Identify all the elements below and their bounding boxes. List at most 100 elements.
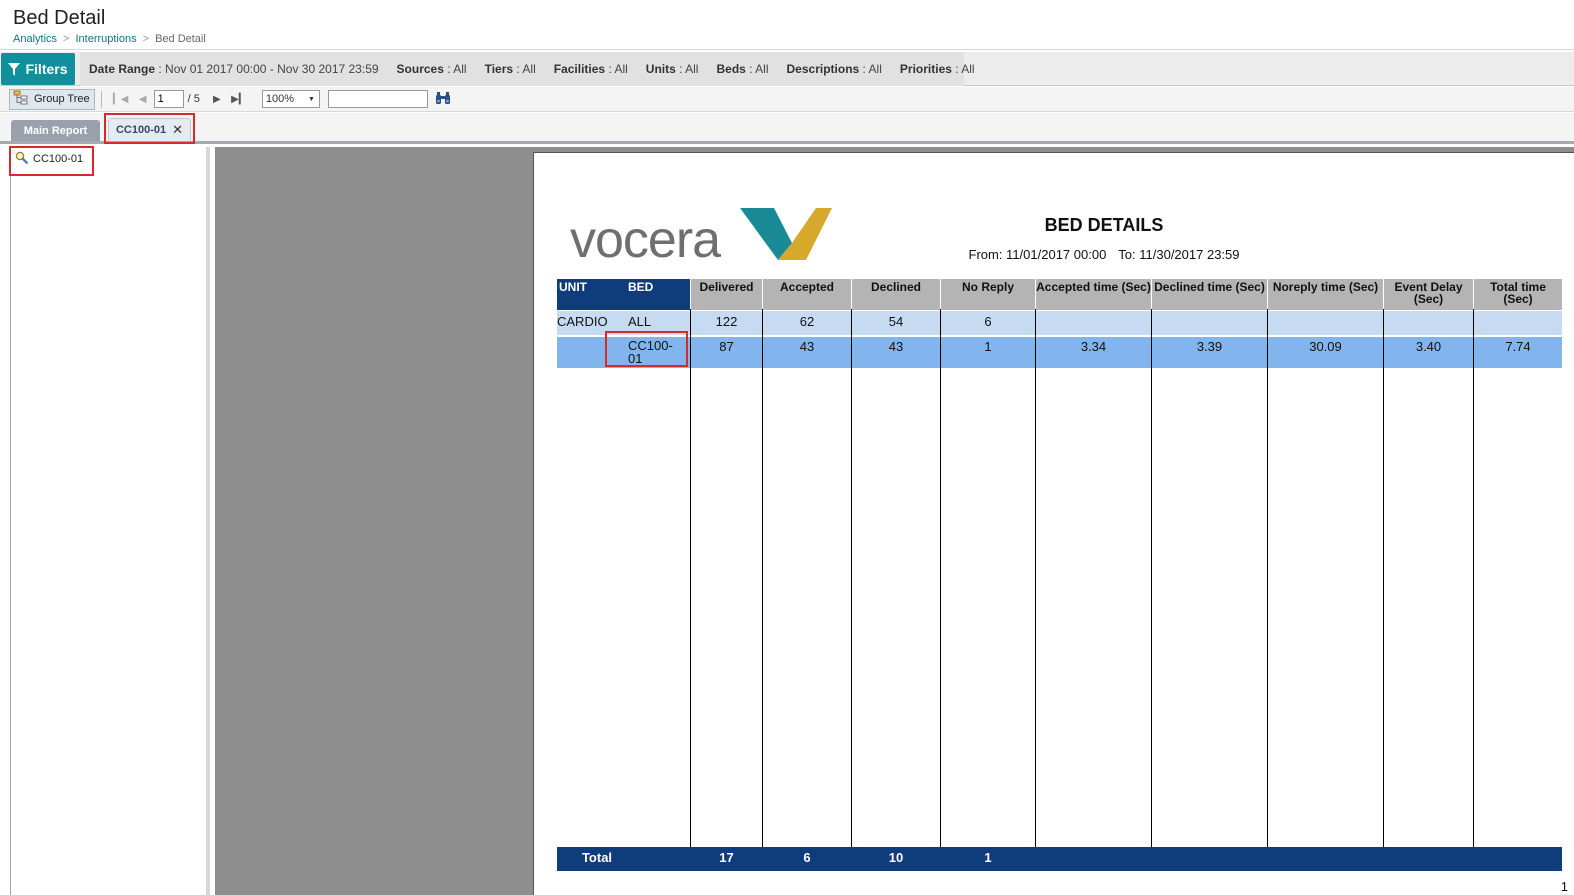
table-cell: 1 xyxy=(984,339,992,354)
page-number-input[interactable] xyxy=(153,90,184,108)
report-date-range: From: 11/01/2017 00:00 To: 11/30/2017 23:… xyxy=(934,247,1274,262)
previous-page-icon: ◀ xyxy=(138,93,147,105)
column-header-declined-time: Declined time (Sec) xyxy=(1152,279,1267,310)
filter-facilities: Facilities : All xyxy=(553,62,628,76)
group-tree-icon xyxy=(13,90,29,109)
table-row-selected[interactable]: CC100-01 87 43 43 1 3.34 3.39 30.09 3.40… xyxy=(557,337,1562,368)
column-header-accepted-time: Accepted time (Sec) xyxy=(1036,279,1151,310)
next-page-icon: ▶ xyxy=(213,93,221,105)
table-cell: ALL xyxy=(628,314,652,329)
page-total: / 5 xyxy=(187,93,200,105)
tree-node-cc100-01[interactable]: CC100-01 xyxy=(15,151,83,167)
breadcrumb-analytics-link[interactable]: Analytics xyxy=(13,33,57,45)
table-cell: 43 xyxy=(888,339,904,354)
column-header-total-time: Total time (Sec) xyxy=(1474,279,1562,310)
first-page-icon: ▎◀ xyxy=(112,93,129,105)
table-row[interactable]: CARDIO ALL 122 62 54 6 xyxy=(557,311,1562,335)
page-title: Bed Detail xyxy=(13,7,106,29)
filter-sources: Sources : All xyxy=(396,62,467,76)
group-tree-label: Group Tree xyxy=(34,93,90,105)
column-header-no-reply: No Reply xyxy=(941,279,1035,310)
report-to: To: 11/30/2017 23:59 xyxy=(1118,247,1240,262)
filter-icon xyxy=(8,62,21,76)
breadcrumb-interruptions-link[interactable]: Interruptions xyxy=(75,33,136,45)
bed-details-table: UNIT BED Delivered Accepted Declined No … xyxy=(557,279,1562,871)
column-header-delivered: Delivered xyxy=(691,279,762,310)
column-header-bed: BED xyxy=(626,279,690,310)
close-icon[interactable]: ✕ xyxy=(172,122,183,138)
column-rule xyxy=(1383,309,1384,847)
zoom-value: 100% xyxy=(265,93,295,105)
filter-date-range: Date Range : Nov 01 2017 00:00 - Nov 30 … xyxy=(89,62,379,76)
filter-bar: Filters Date Range : Nov 01 2017 00:00 -… xyxy=(0,52,1574,86)
group-tree-toggle-button[interactable]: Group Tree xyxy=(9,88,95,110)
column-header-unit: UNIT xyxy=(557,279,626,310)
group-tree-panel: CC100-01 xyxy=(10,147,210,895)
vocera-logo: vocera xyxy=(570,205,832,269)
filter-descriptions: Descriptions : All xyxy=(786,62,882,76)
last-page-icon: ▶▎ xyxy=(231,93,247,105)
logo-wordmark: vocera xyxy=(570,211,721,267)
table-cell: 30.09 xyxy=(1309,339,1342,354)
tab-main-report[interactable]: Main Report xyxy=(11,120,100,141)
report-page: vocera BED DETAILS From: 11/01/2017 00:0… xyxy=(533,152,1574,895)
first-page-button[interactable]: ▎◀ xyxy=(110,89,132,109)
column-rule xyxy=(1151,309,1152,847)
table-cell: 6 xyxy=(984,314,992,329)
toolbar-divider xyxy=(100,90,102,108)
tree-node-label: CC100-01 xyxy=(33,153,84,165)
magnifier-icon xyxy=(15,151,28,167)
column-header-event-delay: Event Delay (Sec) xyxy=(1384,279,1473,310)
breadcrumb-separator: > xyxy=(63,33,70,45)
total-row: Total 17 6 10 1 xyxy=(557,847,1562,871)
report-viewer-toolbar: Group Tree ▎◀ ◀ / 5 ▶ ▶▎ 100% ▼ xyxy=(0,87,1574,112)
breadcrumb-current: Bed Detail xyxy=(155,33,206,45)
tab-label: CC100-01 xyxy=(115,124,167,136)
chevron-down-icon: ▼ xyxy=(307,96,315,103)
page-header: Bed Detail Analytics > Interruptions > Bed D… xyxy=(0,0,1574,50)
filters-button[interactable]: Filters xyxy=(1,53,75,85)
table-cell: 7.74 xyxy=(1505,339,1531,354)
filter-beds: Beds : All xyxy=(716,62,769,76)
binoculars-icon xyxy=(435,91,451,108)
total-label: Total xyxy=(581,850,613,865)
total-accepted: 6 xyxy=(803,850,811,865)
column-rule xyxy=(1035,309,1036,847)
column-rule xyxy=(1473,309,1474,847)
total-declined: 10 xyxy=(888,850,904,865)
report-title: BED DETAILS xyxy=(1044,215,1164,235)
find-button[interactable] xyxy=(434,90,452,108)
table-cell: 62 xyxy=(799,314,815,329)
next-page-button[interactable]: ▶ xyxy=(206,89,228,109)
filter-tiers: Tiers : All xyxy=(484,62,536,76)
table-cell: 87 xyxy=(719,339,734,354)
zoom-select[interactable]: 100% ▼ xyxy=(261,90,320,108)
column-rule xyxy=(1267,309,1268,847)
filter-units: Units : All xyxy=(645,62,699,76)
table-cell[interactable]: CC100-01 xyxy=(628,339,678,365)
previous-page-button[interactable]: ◀ xyxy=(132,89,154,109)
report-from: From: 11/01/2017 00:00 xyxy=(968,247,1107,262)
breadcrumb-separator: > xyxy=(142,33,150,45)
filter-summary[interactable]: Date Range : Nov 01 2017 00:00 - Nov 30 … xyxy=(80,52,975,86)
filters-button-label: Filters xyxy=(25,61,68,77)
table-cell: 122 xyxy=(715,314,738,329)
tab-cc100-01[interactable]: CC100-01 ✕ xyxy=(108,118,191,141)
report-tab-strip: Main Report CC100-01 ✕ xyxy=(0,113,1574,144)
total-delivered: 17 xyxy=(719,850,734,865)
table-cell: 43 xyxy=(799,339,815,354)
report-page-number: 1 xyxy=(1560,879,1568,894)
column-header-declined: Declined xyxy=(852,279,940,310)
tab-label: Main Report xyxy=(23,124,88,137)
table-cell: 3.40 xyxy=(1415,339,1442,354)
breadcrumb: Analytics > Interruptions > Bed Detail xyxy=(13,33,206,45)
table-cell: 54 xyxy=(888,314,904,329)
column-rule xyxy=(940,309,941,847)
search-text-input[interactable] xyxy=(327,90,428,108)
last-page-button[interactable]: ▶▎ xyxy=(228,89,250,109)
filter-priorities: Priorities : All xyxy=(899,62,975,76)
report-canvas[interactable]: vocera BED DETAILS From: 11/01/2017 00:0… xyxy=(215,147,1574,895)
column-header-accepted: Accepted xyxy=(763,279,851,310)
table-cell: 3.39 xyxy=(1196,339,1223,354)
column-rule xyxy=(851,309,852,847)
